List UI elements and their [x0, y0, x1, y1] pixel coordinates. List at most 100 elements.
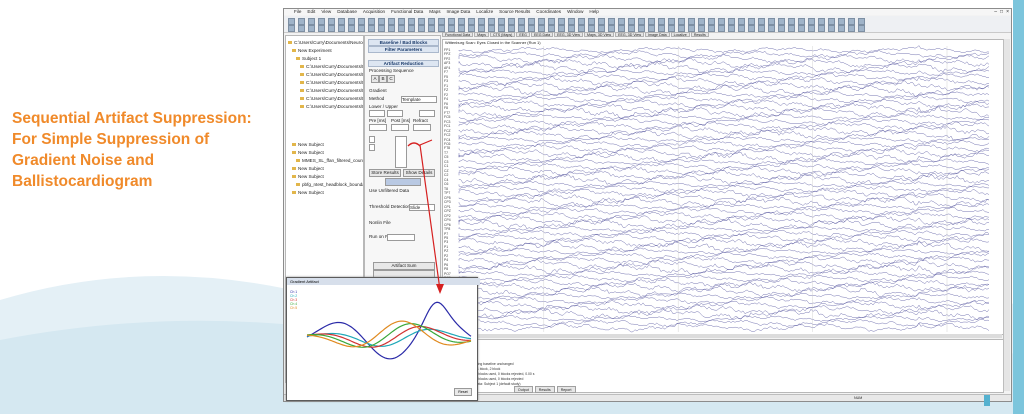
toolbar-icon[interactable] — [838, 25, 845, 32]
details-button[interactable]: Show Details — [403, 169, 435, 177]
view-tab[interactable]: EEG Data — [530, 32, 554, 37]
toolbar-icon[interactable] — [568, 25, 575, 32]
tree-item[interactable]: C:\Users\Curry\Documents\Neuroscan\Curry — [288, 40, 363, 45]
threshold-select[interactable]: Slide — [409, 204, 435, 211]
toolbar-icon[interactable] — [718, 25, 725, 32]
toolbar-icon[interactable] — [488, 25, 495, 32]
toolbar-icon[interactable] — [318, 18, 325, 25]
toolbar-icon[interactable] — [618, 25, 625, 32]
eeg-display[interactable]: Wittenburg Scan: Eyes Closed in the Scan… — [442, 39, 1004, 335]
method-select[interactable]: Template — [401, 96, 437, 103]
toolbar-icon[interactable] — [648, 25, 655, 32]
toolbar-icon[interactable] — [548, 25, 555, 32]
toolbar-icon[interactable] — [558, 25, 565, 32]
toolbar-icon[interactable] — [318, 25, 325, 32]
toolbar-icon[interactable] — [438, 18, 445, 25]
toolbar-icon[interactable] — [298, 18, 305, 25]
view-tab[interactable]: EEG, 3D View — [615, 32, 645, 37]
lower-field[interactable] — [369, 110, 385, 117]
tree-item[interactable]: Subject 1 — [296, 56, 321, 61]
toolbar-icon[interactable] — [428, 18, 435, 25]
toolbar-icon[interactable] — [568, 18, 575, 25]
checkbox[interactable] — [369, 136, 375, 143]
toolbar-icon[interactable] — [758, 25, 765, 32]
toolbar-icon[interactable] — [528, 25, 535, 32]
store-button[interactable]: Store Results — [369, 169, 401, 177]
toolbar-icon[interactable] — [818, 18, 825, 25]
menu-item[interactable]: Acquisition — [363, 9, 385, 15]
view-tab[interactable]: Functional Data — [442, 32, 474, 37]
toolbar-icon[interactable] — [328, 25, 335, 32]
view-tab[interactable]: EEG — [516, 32, 530, 37]
checkbox[interactable] — [369, 144, 375, 151]
menu-item[interactable]: Help — [589, 9, 598, 15]
toolbar-icon[interactable] — [448, 25, 455, 32]
tree-item[interactable]: New Subject — [292, 190, 324, 195]
section-header[interactable]: Artifact Reduction — [368, 60, 439, 67]
time-scrollbar[interactable] — [442, 334, 1002, 338]
refract-field[interactable] — [413, 124, 431, 131]
toolbar-icon[interactable] — [798, 25, 805, 32]
toolbar-icon[interactable] — [498, 18, 505, 25]
step-button[interactable]: C — [387, 75, 395, 83]
toolbar-icon[interactable] — [538, 25, 545, 32]
toolbar-icon[interactable] — [738, 18, 745, 25]
minimize-icon[interactable]: – — [994, 9, 997, 15]
toolbar-icon[interactable] — [338, 25, 345, 32]
toolbar-icon[interactable] — [668, 18, 675, 25]
toolbar-icon[interactable] — [418, 25, 425, 32]
toolbar-icon[interactable] — [588, 25, 595, 32]
toolbar-icon[interactable] — [778, 25, 785, 32]
toolbar-icon[interactable] — [728, 18, 735, 25]
toolbar-icon[interactable] — [668, 25, 675, 32]
toolbar-icon[interactable] — [598, 25, 605, 32]
output-tab[interactable]: Output — [513, 386, 533, 393]
toolbar-icon[interactable] — [348, 25, 355, 32]
menu-item[interactable]: View — [321, 9, 331, 15]
toolbar-icon[interactable] — [388, 25, 395, 32]
toolbar-icon[interactable] — [378, 25, 385, 32]
menu-item[interactable]: Source Results — [499, 9, 530, 15]
view-tab[interactable]: EEG, 3D View — [554, 32, 584, 37]
view-tab[interactable]: Localize — [670, 32, 690, 37]
toolbar-icon[interactable] — [448, 18, 455, 25]
toolbar-icon[interactable] — [688, 25, 695, 32]
menu-item[interactable]: Database — [337, 9, 357, 15]
toolbar-icon[interactable] — [828, 25, 835, 32]
tree-item[interactable]: New Experiment — [292, 48, 332, 53]
close-icon[interactable]: × — [1006, 9, 1009, 15]
view-tab[interactable]: CTS (Maps) — [489, 32, 516, 37]
step-button[interactable]: A — [371, 75, 379, 83]
toolbar-icon[interactable] — [518, 25, 525, 32]
toolbar-icon[interactable] — [478, 25, 485, 32]
section-header[interactable]: Filter Parameters — [368, 46, 439, 53]
toolbar-icon[interactable] — [728, 25, 735, 32]
toolbar-icon[interactable] — [588, 18, 595, 25]
toolbar-icon[interactable] — [858, 18, 865, 25]
toolbar-icon[interactable] — [328, 18, 335, 25]
artifact-sum-button[interactable]: Artifact Sum — [373, 262, 435, 270]
toolbar-icon[interactable] — [788, 18, 795, 25]
toolbar-icon[interactable] — [288, 25, 295, 32]
toolbar-icon[interactable] — [638, 18, 645, 25]
toolbar-icon[interactable] — [858, 25, 865, 32]
toolbar-icon[interactable] — [508, 18, 515, 25]
tree-item[interactable]: C:\Users\Curry\Documents\Neuroscan — [300, 104, 363, 109]
toolbar-icon[interactable] — [748, 25, 755, 32]
tree-item[interactable]: C:\Users\Curry\Documents\Neuroscan — [300, 96, 363, 101]
toolbar-icon[interactable] — [658, 25, 665, 32]
toolbar-icon[interactable] — [458, 25, 465, 32]
vertical-scrollbar[interactable] — [1003, 39, 1010, 391]
toolbar-icon[interactable] — [748, 18, 755, 25]
toolbar-icon[interactable] — [608, 25, 615, 32]
toolbar-icon[interactable] — [498, 25, 505, 32]
toolbar-icon[interactable] — [708, 18, 715, 25]
toolbar-icon[interactable] — [678, 18, 685, 25]
toolbar-icon[interactable] — [368, 25, 375, 32]
section-header[interactable]: Baseline / Bad Blocks — [368, 39, 439, 46]
toolbar-icon[interactable] — [538, 18, 545, 25]
toolbar-icon[interactable] — [408, 25, 415, 32]
toolbar-icon[interactable] — [288, 18, 295, 25]
toolbar-icon[interactable] — [708, 25, 715, 32]
toolbar-icon[interactable] — [598, 18, 605, 25]
